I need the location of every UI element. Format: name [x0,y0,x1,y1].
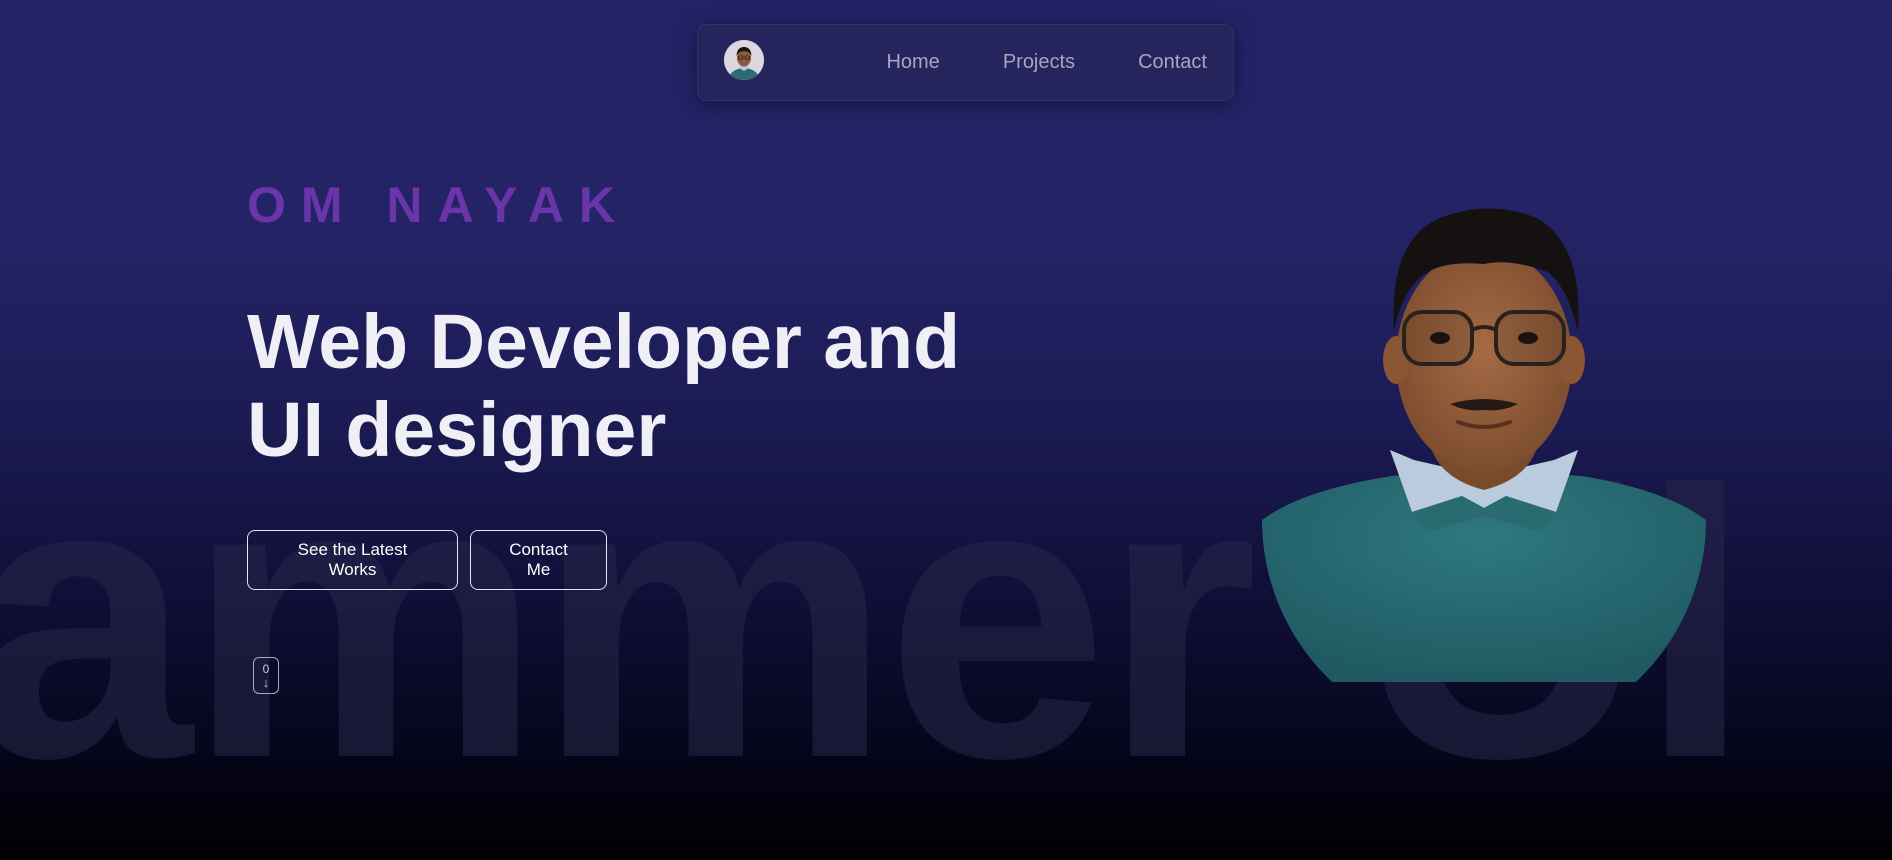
hero-title-line-1: Web Developer and [247,299,961,385]
nav-avatar[interactable] [724,40,764,80]
avatar-portrait-icon [724,40,764,80]
nav-link-projects[interactable]: Projects [1003,51,1075,74]
contact-me-button[interactable]: Contact Me [470,530,607,590]
see-latest-works-button[interactable]: See the Latest Works [247,530,458,590]
nav-links: Home Projects Contact [886,25,1207,100]
nav-link-home[interactable]: Home [886,51,939,74]
hero-title-line-2: UI designer [247,387,667,473]
arrow-down-icon: ↓ [262,675,270,690]
hero-name: OM NAYAK [247,177,631,233]
hero-title: Web Developer and UI designer [247,298,1007,474]
mouse-scroll-icon[interactable]: 0 ↓ [253,657,279,694]
scroll-count: 0 [262,662,270,676]
top-navbar: Home Projects Contact [697,24,1234,101]
nav-link-contact[interactable]: Contact [1138,51,1207,74]
profile-portrait [1262,160,1706,682]
hero-buttons: See the Latest Works Contact Me [247,530,607,590]
profile-portrait-image [1262,208,1706,682]
